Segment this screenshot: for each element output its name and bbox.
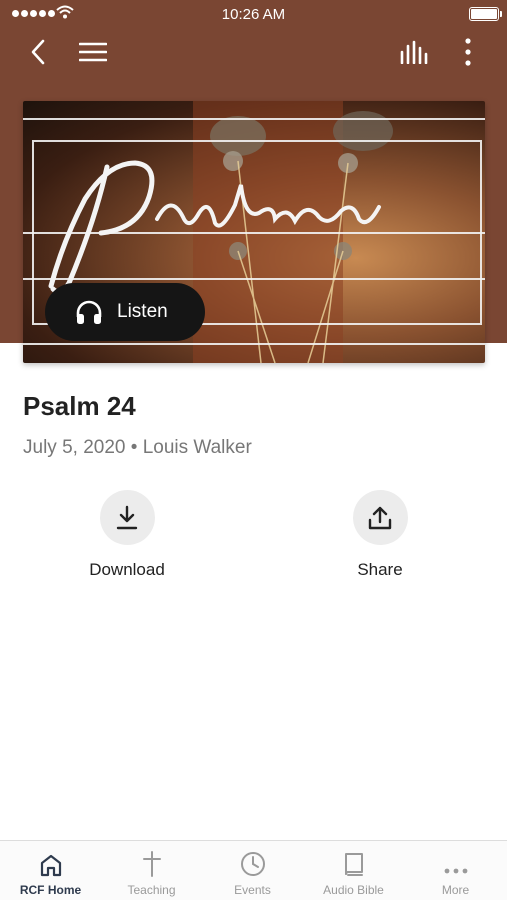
sermon-speaker: Louis Walker xyxy=(142,437,252,458)
download-circle[interactable] xyxy=(99,490,155,545)
status-bar: 10:26 AM xyxy=(0,0,507,28)
sermon-date: July 5, 2020 xyxy=(23,437,126,458)
home-icon xyxy=(40,854,61,877)
hamburger-icon xyxy=(79,42,107,62)
clock-icon xyxy=(240,852,265,876)
equalizer-icon xyxy=(400,40,428,64)
battery-icon xyxy=(469,7,502,21)
tab-bar: RCF Home Teaching Events Audio Bible Mor… xyxy=(0,840,507,900)
audio-button[interactable] xyxy=(396,34,432,70)
meta-separator: • xyxy=(130,437,138,458)
sermon-artwork: Listen xyxy=(23,101,485,363)
tab-label: Audio Bible xyxy=(323,883,384,897)
listen-label: Listen xyxy=(117,301,168,322)
tab-label: Events xyxy=(234,883,271,897)
horizontal-dots-icon xyxy=(444,868,467,874)
tab-teaching[interactable]: Teaching xyxy=(101,841,202,900)
chevron-left-icon xyxy=(31,39,45,65)
tab-label: More xyxy=(441,883,470,897)
tab-label: Teaching xyxy=(127,883,176,897)
share-circle[interactable] xyxy=(352,490,408,545)
share-icon xyxy=(368,506,392,529)
download-icon xyxy=(116,505,138,529)
share-label: Share xyxy=(357,560,403,579)
cross-icon xyxy=(142,851,161,877)
tab-audio-bible[interactable]: Audio Bible xyxy=(303,841,404,900)
more-options-button[interactable] xyxy=(450,34,486,70)
share-button[interactable]: Share xyxy=(320,490,440,580)
download-label: Download xyxy=(89,560,165,579)
sermon-meta: July 5, 2020 • Louis Walker xyxy=(23,437,252,459)
vertical-dots-icon xyxy=(465,38,471,66)
download-button[interactable]: Download xyxy=(67,490,187,580)
tab-events[interactable]: Events xyxy=(202,841,303,900)
tab-more[interactable]: More xyxy=(405,841,506,900)
menu-button[interactable] xyxy=(75,34,111,70)
status-time: 10:26 AM xyxy=(221,6,286,23)
tab-label: RCF Home xyxy=(19,883,82,897)
listen-button[interactable]: Listen xyxy=(45,283,205,341)
back-button[interactable] xyxy=(20,34,56,70)
sermon-title: Psalm 24 xyxy=(23,391,136,421)
headphones-icon xyxy=(76,300,102,324)
book-icon xyxy=(344,853,363,876)
tab-rcf-home[interactable]: RCF Home xyxy=(0,841,101,900)
